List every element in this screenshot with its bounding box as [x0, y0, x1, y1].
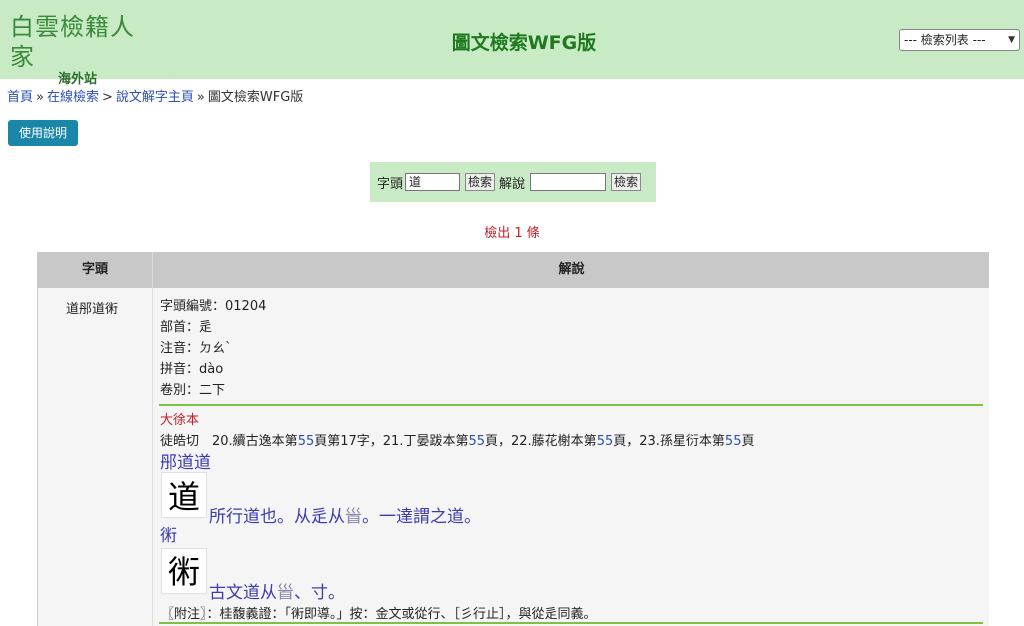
citation-text: 頁第17字，21.丁晏跋本第	[314, 434, 469, 449]
component-glyph: 𩠐	[277, 583, 294, 603]
citation-text: 頁	[741, 434, 755, 449]
edition-title: 大徐本	[160, 413, 200, 428]
head-char-label: 字頭	[377, 176, 404, 192]
site-header: 白雲檢籍人家 海外站 圖文檢索WFG版 --- 檢索列表 --- ▼	[0, 0, 1024, 87]
explanation-input[interactable]	[530, 173, 607, 191]
definition-text: 古文道从	[209, 583, 277, 603]
search-form: 字頭 道 檢索 解說 檢索	[370, 162, 656, 202]
definition-text: 。一達謂之道。	[362, 507, 481, 527]
breadcrumb: 首頁» 在線檢索 > 說文解字主頁» 圖文檢索WFG版	[7, 86, 303, 105]
head-char-input[interactable]: 道	[405, 173, 461, 191]
table-header-row: 字頭 解說	[38, 252, 989, 288]
column-header-explanation: 解說	[558, 262, 585, 277]
page-number-link[interactable]: 55	[597, 434, 614, 449]
page-number-link[interactable]: 55	[298, 434, 315, 449]
breadcrumb-current: 圖文檢索WFG版	[207, 90, 304, 105]
breadcrumb-separator: >	[102, 90, 113, 105]
explanation-label: 解說	[499, 176, 526, 192]
chevron-down-icon: ▼	[1008, 35, 1015, 45]
definition-text: 所行道也。从辵从	[209, 507, 345, 527]
page-title: 圖文檢索WFG版	[451, 32, 597, 54]
citation-text: 頁，23.孫星衍本第	[613, 434, 725, 449]
char-pinyin: 拼音：dào	[160, 362, 224, 377]
explanation-search-button[interactable]: 檢索	[611, 173, 642, 191]
component-glyph: 𩠐	[345, 507, 362, 527]
column-header-head-char: 字頭	[81, 262, 108, 277]
definition-text: 、寸。	[294, 583, 345, 603]
citation-text: 徒皓切 20.續古逸本第	[160, 434, 298, 449]
variant-definition: 古文道从𩠐、寸。	[209, 578, 345, 603]
result-count: 檢出 1 條	[484, 226, 540, 241]
page-number-link[interactable]: 55	[725, 434, 742, 449]
help-button[interactable]: 使用說明	[8, 120, 78, 146]
search-list-select-value: --- 檢索列表 ---	[904, 33, 986, 47]
section-divider	[159, 404, 983, 406]
head-char-search-button[interactable]: 檢索	[465, 173, 496, 191]
variant-heading: 𧗱	[160, 526, 177, 546]
breadcrumb-online-link[interactable]: 在線檢索	[47, 90, 99, 105]
breadcrumb-home-link[interactable]: 首頁	[7, 90, 33, 105]
char-volume: 卷別：二下	[160, 383, 226, 398]
table-cell-explanation: 字頭編號：01204 部首：辵 注音：ㄉㄠˋ 拼音：dào 卷別：二下 大徐本 …	[153, 288, 989, 626]
annotation-note: 〖附注〗：桂馥義證：「𧗱即導。」按：金文或從行、［彡行止］，與從辵同義。	[161, 607, 597, 622]
breadcrumb-separator: »	[36, 90, 44, 105]
citation-text: 頁，22.藤花榭本第	[485, 434, 597, 449]
breadcrumb-shuowen-link[interactable]: 說文解字主頁	[116, 90, 194, 105]
table-cell-head-char: 道䢷道𧗱	[38, 288, 152, 626]
section-divider	[159, 622, 983, 624]
column-divider	[152, 252, 153, 626]
search-list-select[interactable]: --- 檢索列表 --- ▼	[899, 29, 1020, 51]
char-zhuyin: 注音：ㄉㄠˋ	[160, 341, 232, 356]
head-char-variants: 道䢷道𧗱	[66, 302, 119, 317]
breadcrumb-separator: »	[196, 90, 205, 105]
char-radical: 部首：辵	[160, 320, 213, 335]
seal-script-image: 道	[161, 472, 207, 518]
results-table: 字頭 解說 道䢷道𧗱 字頭編號：01204 部首：辵 注音：ㄉㄠˋ 拼音：dào…	[37, 252, 989, 626]
entry-heading: 䢷道道	[160, 453, 211, 473]
seal-script-image: 𧗱	[161, 548, 207, 594]
entry-definition: 所行道也。从辵从𩠐。一達謂之道。	[209, 502, 481, 527]
page-number-link[interactable]: 55	[468, 434, 485, 449]
edition-citation: 徒皓切 20.續古逸本第55頁第17字，21.丁晏跋本第55頁，22.藤花榭本第…	[160, 430, 754, 449]
char-code: 字頭編號：01204	[160, 299, 267, 314]
